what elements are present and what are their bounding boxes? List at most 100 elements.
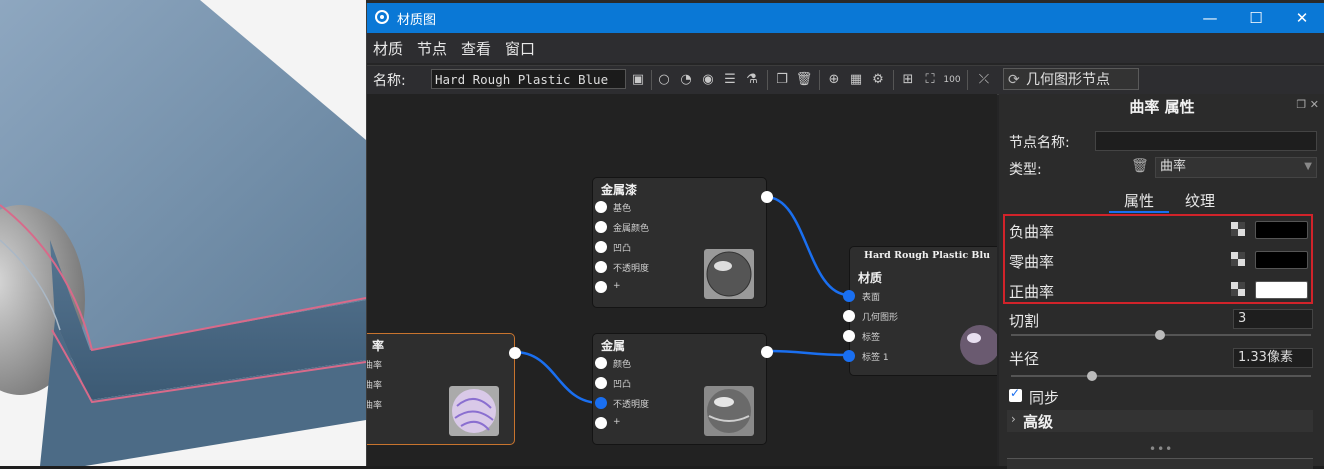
metallic-paint-thumbnail [704,249,754,299]
menu-window[interactable]: 窗口 [505,38,535,59]
port-label: 几何图形 [862,313,899,323]
input-port[interactable] [595,281,607,293]
zero-curvature-color[interactable] [1255,251,1308,269]
port-label: 不透明度 [613,400,650,410]
advanced-section-header[interactable]: › 高级 [1007,410,1313,432]
sphere-preview-icon[interactable]: ○ [655,71,673,89]
connect-icon[interactable]: ⤫ [975,71,993,89]
material-output-node[interactable]: Hard Rough Plastic Blu 材质 表面 几何图形 标签 标签 … [843,246,997,376]
node-name-input[interactable] [1095,131,1317,151]
positive-curvature-color[interactable] [1255,281,1308,299]
input-port[interactable] [595,201,607,213]
radius-label: 半径 [1009,350,1040,368]
port-label: 曲率 [367,381,383,391]
negative-curvature-color[interactable] [1255,221,1308,239]
texture-toggle-icon[interactable] [1231,252,1245,266]
close-button[interactable]: ✕ [1279,3,1324,33]
input-port[interactable] [843,310,855,322]
menu-node[interactable]: 节点 [417,38,447,59]
material-name-field[interactable]: Hard Rough Plastic Blue [431,69,626,89]
copy-icon[interactable]: ❐ [773,71,791,89]
menu-material[interactable]: 材质 [373,38,403,59]
curvature-node[interactable]: 率 曲率 曲率 曲率 [367,333,521,445]
input-port[interactable] [595,241,607,253]
fit-view-icon[interactable]: ⛶ [921,71,939,89]
geometry-node-button[interactable]: ⟳ 几何图形节点 [1003,68,1139,90]
flask-icon[interactable]: ⚗ [743,71,761,89]
metal-thumbnail [704,386,754,436]
port-label: 金属颜色 [613,224,650,234]
texture-toggle-icon[interactable] [1231,282,1245,296]
zoom-100-icon[interactable]: 100 [943,71,961,89]
render-image [0,0,366,466]
port-label: 基色 [613,204,632,214]
minimize-button[interactable]: — [1187,3,1233,33]
name-label: 名称: [373,73,406,89]
cut-slider-handle[interactable] [1155,330,1165,340]
add-node-icon[interactable]: ⊕ [825,71,843,89]
trash-icon[interactable]: 🗑 [1131,158,1149,174]
sync-label: 同步 [1029,389,1060,407]
port-label: 不透明度 [613,264,650,274]
cut-value-input[interactable]: 3 [1233,309,1313,329]
next-panel-stub [1007,458,1313,469]
metallic-paint-node[interactable]: 金属漆 基色 金属颜色 凹凸 不透明度 + [592,177,773,308]
type-label: 类型: [1009,162,1042,178]
port-label: 曲率 [367,361,383,371]
tab-texture[interactable]: 纹理 [1185,190,1215,211]
input-port[interactable] [595,261,607,273]
positive-curvature-label: 正曲率 [1009,283,1055,301]
radius-slider-track[interactable] [1011,375,1311,377]
input-port-connected[interactable] [843,290,855,302]
maximize-button[interactable]: ☐ [1233,3,1279,33]
output-port[interactable] [761,346,773,358]
node-grid-icon[interactable]: ▦ [847,71,865,89]
radius-value-input[interactable]: 1.33像素 [1233,348,1313,368]
type-dropdown[interactable]: 曲率 ▼ [1155,157,1317,178]
more-handle[interactable]: ••• [1149,442,1173,456]
output-port[interactable] [509,347,521,359]
input-port[interactable] [843,330,855,342]
port-label: 标签 [862,333,881,343]
title-bar[interactable]: 材质图 — ☐ ✕ [367,3,1324,33]
tab-properties[interactable]: 属性 [1124,190,1154,211]
node-graph-canvas[interactable]: 率 曲率 曲率 曲率 金属漆 基色 金属颜色 凹凸 不透明度 + 金属 颜色 凹… [367,94,997,466]
node-settings-icon[interactable]: ⚙ [869,71,887,89]
input-port[interactable] [595,417,607,429]
camera-icon[interactable]: ◔ [677,71,695,89]
menu-view[interactable]: 查看 [461,38,491,59]
delete-icon[interactable]: 🗑 [795,71,813,89]
render-icon[interactable]: ◉ [699,71,717,89]
layout-icon[interactable]: ⊞ [899,71,917,89]
properties-panel: 曲率 属性 ❐ ✕ 节点名称: 类型: 🗑 曲率 ▼ 属性 纹理 负曲率 零曲率… [999,94,1324,469]
input-port[interactable] [595,377,607,389]
zero-curvature-label: 零曲率 [1009,253,1055,271]
geometry-node-label: 几何图形节点 [1026,72,1110,88]
material-graph-window[interactable]: 材质图 — ☐ ✕ 材质 节点 查看 窗口 名称: Hard Rough Pla… [366,3,1324,469]
texture-toggle-icon[interactable] [1231,222,1245,236]
output-port[interactable] [761,191,773,203]
port-label: 表面 [862,293,881,303]
panel-float-close-icons[interactable]: ❐ ✕ [1296,98,1319,111]
material-node-header: Hard Rough Plastic Blu [864,250,990,261]
check-icon: ✓ [1010,386,1021,400]
curvature-thumbnail [449,386,499,436]
input-port-connected[interactable] [595,397,607,409]
input-port[interactable] [595,357,607,369]
node-title: 率 [372,339,385,353]
sliders-icon[interactable]: ☰ [721,71,739,89]
input-port-connected[interactable] [843,350,855,362]
radius-slider-handle[interactable] [1087,371,1097,381]
save-icon[interactable]: ▣ [629,71,647,89]
render-viewport[interactable] [0,0,366,466]
chevron-down-icon: ▼ [1304,161,1312,172]
port-label: 标签 1 [862,353,889,363]
port-label: 颜色 [613,360,632,370]
port-label: 凹凸 [613,244,632,254]
metal-node[interactable]: 金属 颜色 凹凸 不透明度 + [592,333,773,445]
input-port[interactable] [595,221,607,233]
panel-title: 曲率 属性 [1129,98,1195,116]
node-title: 金属 [601,339,626,353]
sync-checkbox[interactable]: ✓ [1009,386,1022,402]
node-name-label: 节点名称: [1009,135,1070,151]
